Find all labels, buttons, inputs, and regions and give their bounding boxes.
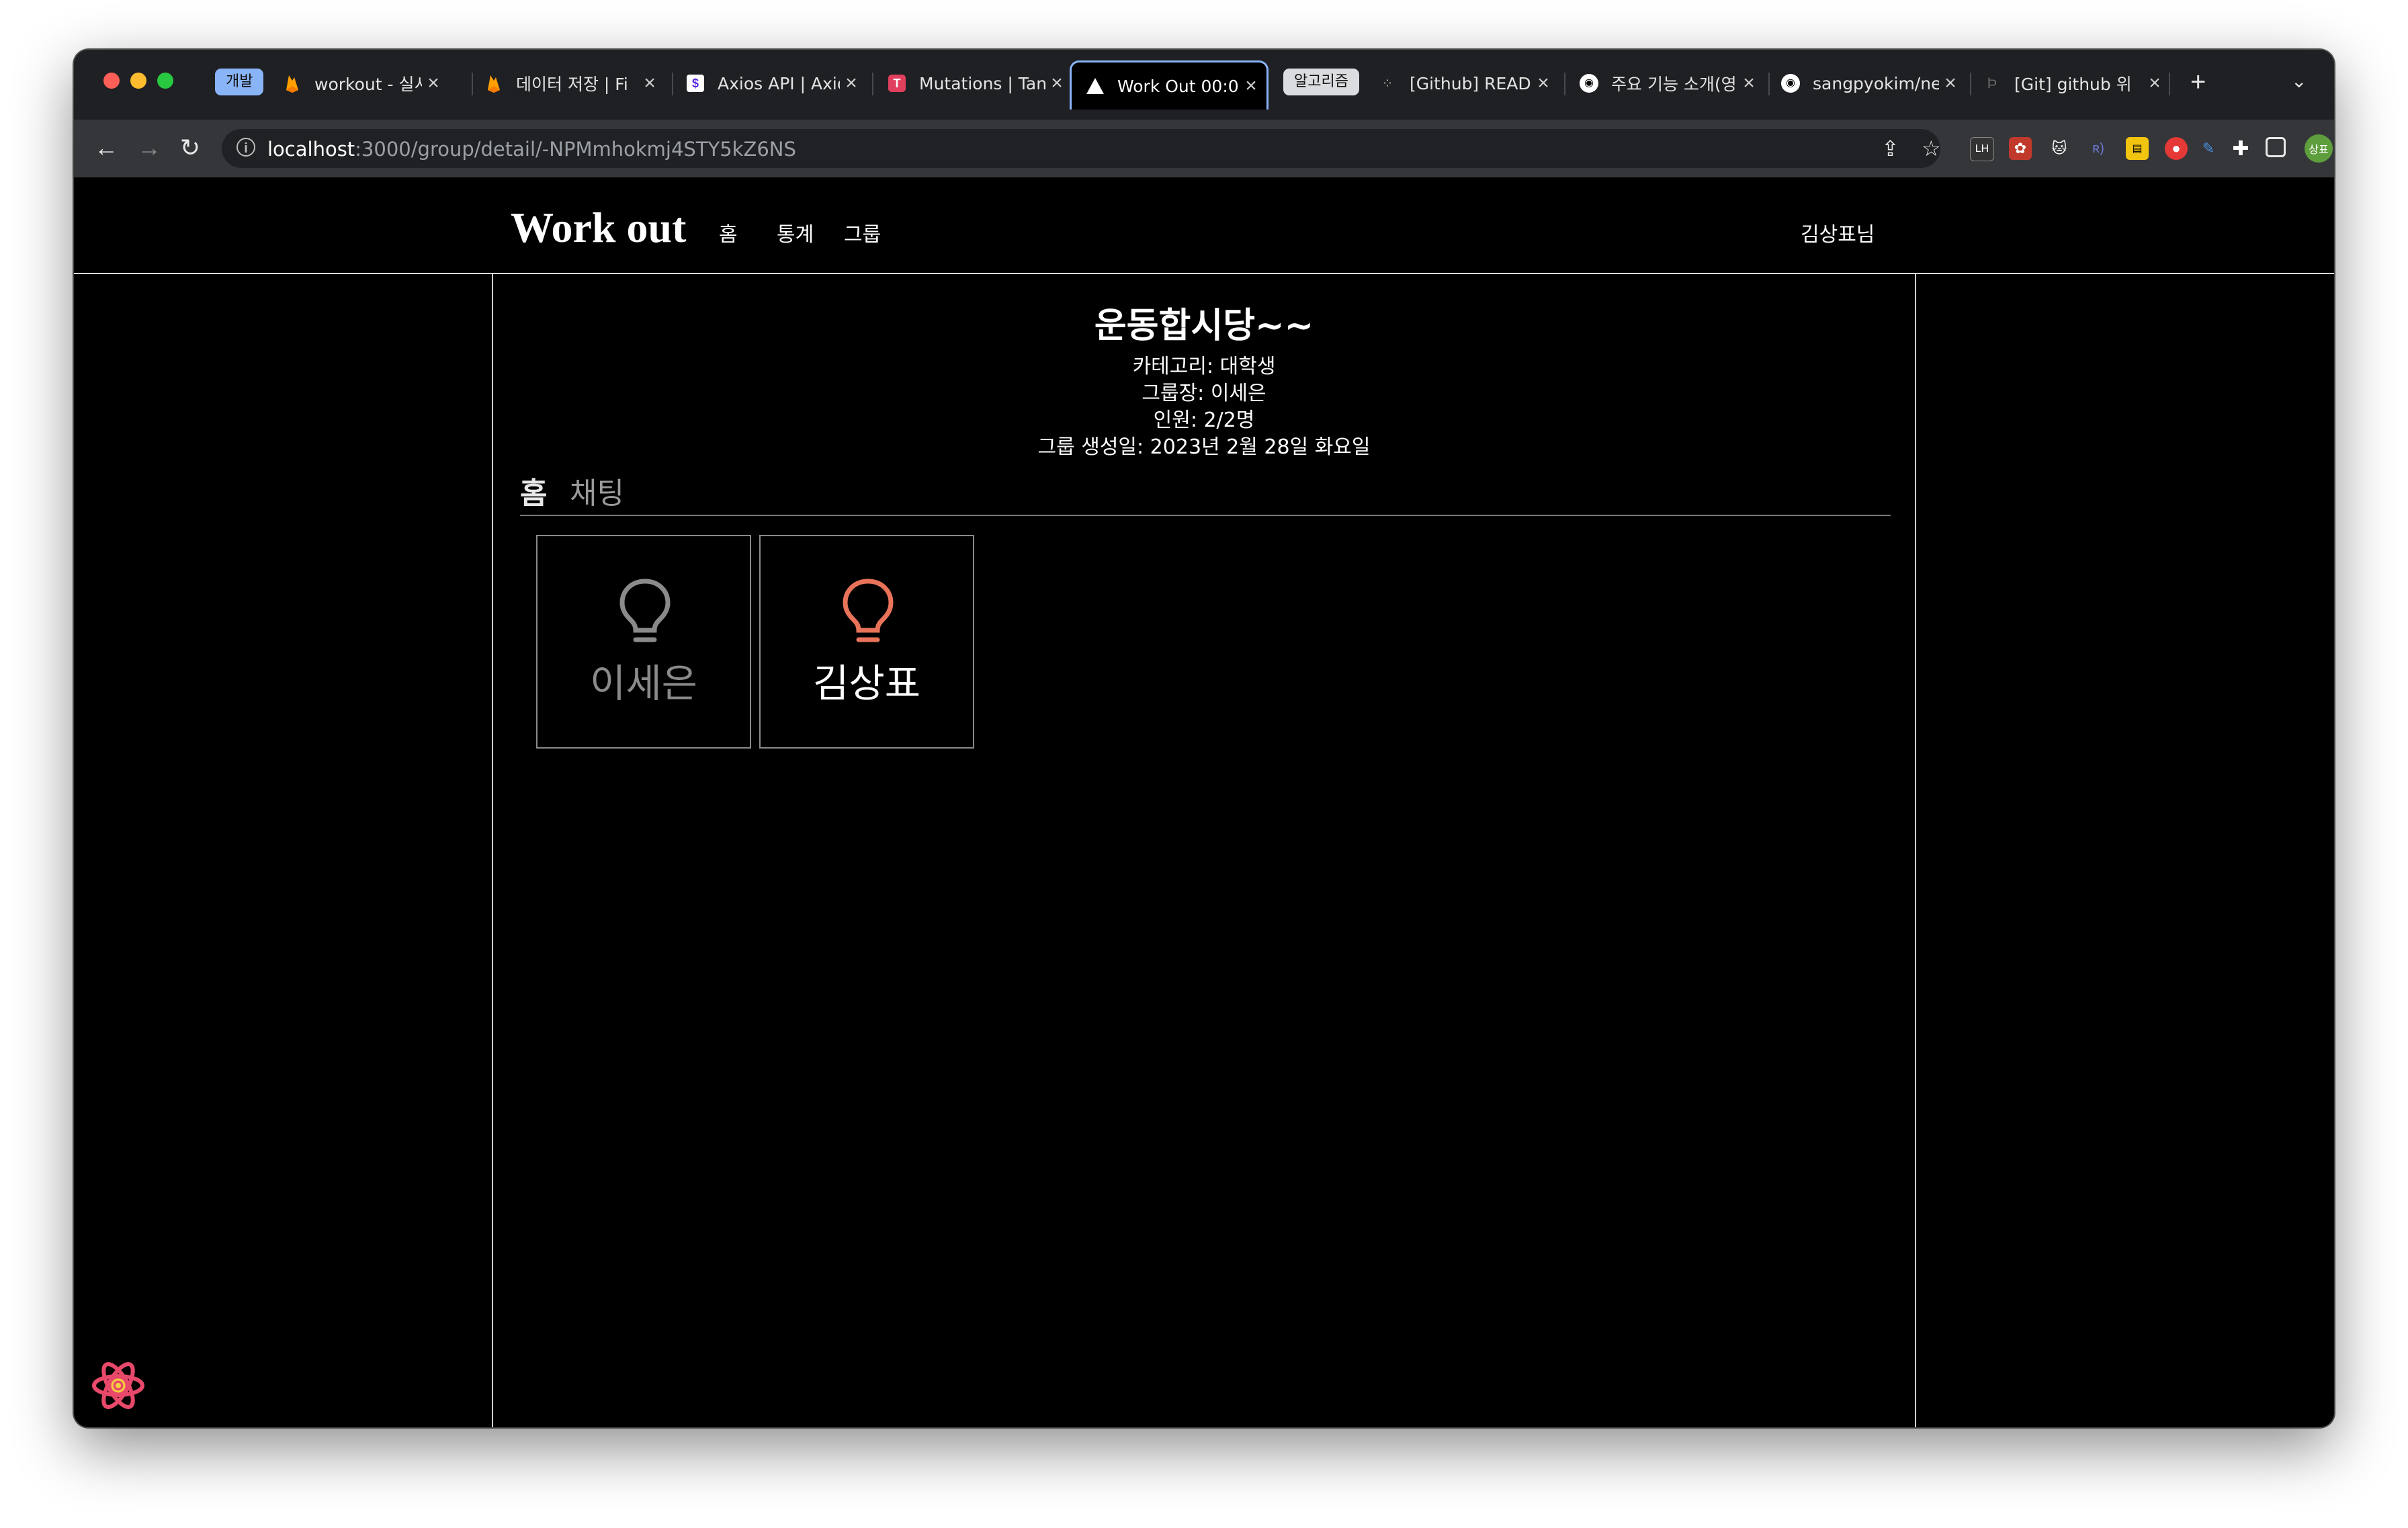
minimize-window-button[interactable] (130, 73, 146, 89)
user-menu[interactable]: 김상표님 (1801, 218, 1875, 247)
site-header: Work out 홈 통계 그룹 김상표님 (74, 177, 2334, 274)
group-tabs: 홈 채팅 (520, 469, 1891, 516)
site-icon: Þ (1987, 75, 1997, 91)
axios-icon: $ (685, 73, 705, 93)
tab-group-dev[interactable]: 개발 (215, 69, 264, 95)
close-tab-icon[interactable]: × (1737, 72, 1760, 95)
site-logo[interactable]: Work out (511, 203, 686, 253)
nav-home[interactable]: 홈 (719, 218, 738, 247)
tab-mutations-tanstack[interactable]: T Mutations | Tan × (873, 62, 1072, 105)
close-tab-icon[interactable]: × (1240, 75, 1262, 97)
tab-axios-api[interactable]: $ Axios API | Axios × (672, 62, 867, 105)
extension-lh-icon[interactable]: LH (1970, 137, 1994, 161)
group-created-date: 그룹 생성일: 2023년 2월 28일 화요일 (1037, 435, 1371, 459)
close-tab-icon[interactable]: × (638, 72, 661, 95)
tab-sangpyokim[interactable]: ◉ sangpyokim/ne × (1767, 62, 1966, 105)
github-icon: ◉ (1579, 73, 1599, 93)
firebase-icon (282, 73, 302, 93)
address-bar[interactable]: i localhost:3000/group/detail/-NPMmhokmj… (222, 129, 1941, 168)
profile-avatar[interactable]: 상표 (2305, 134, 2333, 163)
group-members-count: 인원: 2/2명 (1153, 409, 1255, 432)
tab-search-chevron-icon[interactable]: ⌄ (2291, 70, 2307, 92)
bookmark-star-icon[interactable]: ☆ (1922, 136, 1941, 161)
vercel-triangle-icon (1085, 76, 1105, 96)
close-tab-icon[interactable]: × (1045, 72, 1068, 95)
extension-wave-icon[interactable]: ʀ) (2087, 137, 2110, 160)
tab-chat[interactable]: 채팅 (570, 469, 624, 512)
maximize-window-button[interactable] (157, 73, 173, 89)
site-info-icon[interactable]: i (236, 138, 255, 157)
extension-cat-icon[interactable]: 🐱 (2048, 137, 2071, 160)
lightbulb-icon (843, 579, 894, 642)
close-tab-icon[interactable]: × (1532, 72, 1555, 95)
forward-arrow-icon[interactable]: → (137, 133, 161, 163)
extension-red-icon[interactable]: ✿ (2009, 137, 2032, 160)
member-card[interactable]: 이세은 (536, 535, 751, 749)
tab-group-algorithm[interactable]: 알고리즘 (1283, 69, 1359, 95)
tab-work-out-active[interactable]: Work Out 00:0 × (1070, 60, 1268, 110)
close-tab-icon[interactable]: × (840, 72, 863, 95)
group-leader: 그룹장: 이세은 (1142, 382, 1266, 405)
member-name: 이세은 (589, 661, 698, 706)
group-category: 카테고리: 대학생 (1132, 355, 1276, 378)
extensions-puzzle-icon[interactable]: ✚ (2229, 137, 2252, 160)
tab-workout-firebase[interactable]: workout - 실시간 × (269, 62, 449, 105)
browser-toolbar: ← → ↻ i localhost:3000/group/detail/-NPM… (74, 120, 2334, 177)
tab-home[interactable]: 홈 (520, 469, 547, 512)
extension-pen-icon[interactable]: ✎ (2197, 137, 2220, 160)
site-icon: ⁘ (1381, 76, 1393, 91)
browser-window: 개발 workout - 실시간 × 데이터 저장 | Fi × $ Axios… (74, 50, 2334, 1427)
group-detail: 운동합시당~~ 카테고리: 대학생 그룹장: 이세은 인원: 2/2명 그룹 생… (492, 274, 1916, 1427)
member-card[interactable]: 김상표 (759, 535, 974, 749)
tab-data-storage[interactable]: 데이터 저장 | Fi × (470, 62, 665, 105)
nav-groups[interactable]: 그룹 (844, 218, 881, 247)
tab-git-github[interactable]: Þ [Git] github 위 × (1969, 62, 2170, 105)
web-page: Work out 홈 통계 그룹 김상표님 운동합시당~~ 카테고리: 대학생 … (74, 177, 2334, 1427)
group-title: 운동합시당~~ (1094, 306, 1314, 346)
tab-strip: 개발 workout - 실시간 × 데이터 저장 | Fi × $ Axios… (74, 50, 2334, 120)
close-tab-icon[interactable]: × (2143, 72, 2166, 95)
url-text[interactable]: localhost:3000/group/detail/-NPMmhokmj4S… (267, 138, 796, 161)
extension-red-round-icon[interactable]: ● (2165, 137, 2188, 160)
new-tab-plus-icon[interactable]: + (2190, 69, 2206, 95)
member-name: 김상표 (812, 661, 921, 706)
tanstack-icon: T (887, 73, 907, 93)
side-panel-icon[interactable] (2266, 137, 2286, 157)
extension-yellow-icon[interactable]: ▤ (2126, 137, 2149, 160)
tab-features-intro[interactable]: ◉ 주요 기능 소개(영 × (1565, 62, 1764, 105)
close-window-button[interactable] (103, 73, 120, 89)
react-query-devtools-icon[interactable] (90, 1357, 146, 1414)
reload-icon[interactable]: ↻ (180, 133, 200, 163)
share-icon[interactable]: ⇪ (1881, 136, 1899, 161)
close-tab-icon[interactable]: × (422, 72, 445, 95)
close-tab-icon[interactable]: × (1939, 72, 1962, 95)
back-arrow-icon[interactable]: ← (94, 133, 118, 163)
firebase-icon (484, 73, 504, 93)
nav-stats[interactable]: 통계 (777, 218, 814, 247)
tab-github-readme[interactable]: ⁘ [Github] READ × (1364, 62, 1559, 105)
github-icon: ◉ (1780, 73, 1801, 93)
lightbulb-icon (619, 579, 671, 642)
